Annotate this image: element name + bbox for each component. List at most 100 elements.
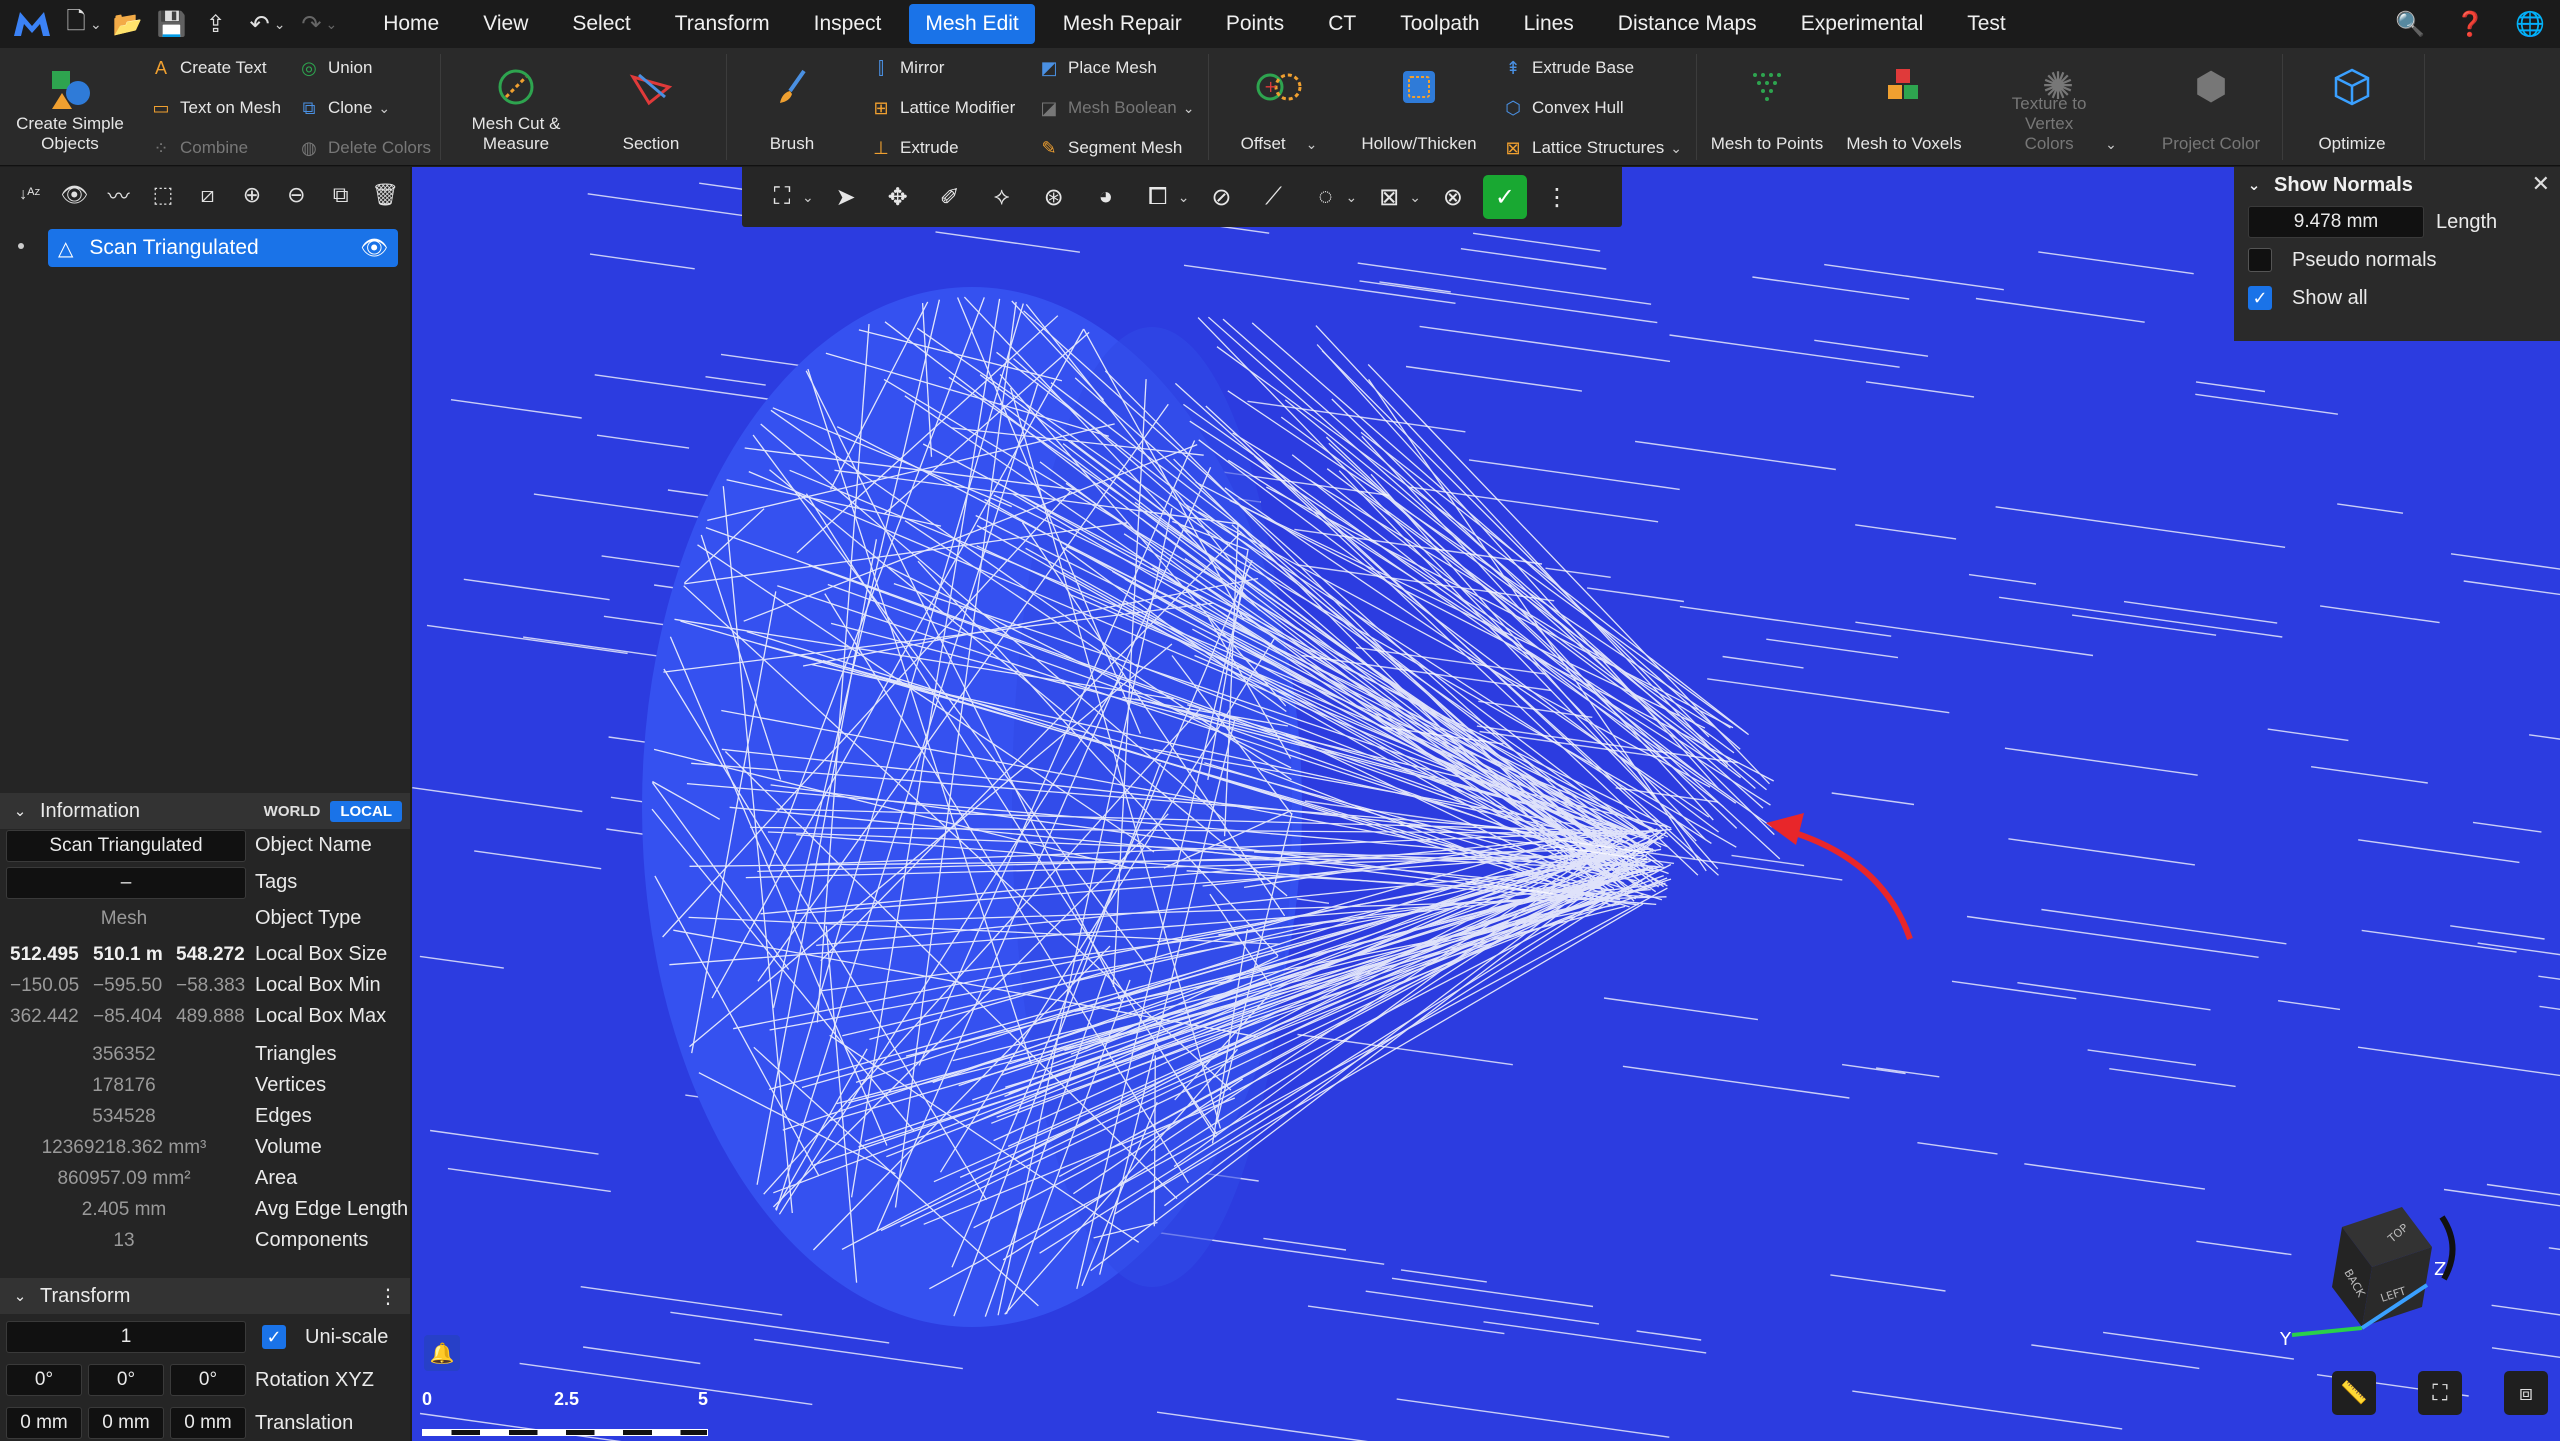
lattice-structures-dropdown-icon[interactable]: ⌄	[1670, 140, 1682, 157]
collapse-chevron-icon[interactable]: ⌄	[0, 1287, 40, 1305]
tab-view[interactable]: View	[467, 4, 544, 44]
delete-trash-icon[interactable]: 🗑	[366, 175, 405, 215]
perspective-cube-icon[interactable]: ⧈	[2504, 1371, 2548, 1415]
section-button[interactable]: Section	[586, 48, 716, 166]
confirm-check-icon[interactable]: ✓	[1482, 175, 1527, 219]
mesh-to-voxels-button[interactable]: Mesh to Voxels	[1836, 48, 1972, 166]
extrude-base-button[interactable]: ⇞ Extrude Base	[1500, 50, 1634, 86]
show-all-checkbox[interactable]: ✓	[2248, 286, 2272, 310]
paint-select-icon[interactable]: ✐	[928, 175, 972, 219]
create-text-button[interactable]: A Create Text	[148, 50, 267, 86]
offset-button[interactable]: + Offset ⌄	[1214, 48, 1344, 166]
pseudo-normals-checkbox[interactable]	[2248, 248, 2272, 272]
collapse-chevron-icon[interactable]: ⌄	[2234, 176, 2274, 194]
lattice-modifier-button[interactable]: ⊞ Lattice Modifier	[868, 90, 1015, 126]
deselect-box-icon[interactable]: ⊠	[1367, 175, 1411, 219]
texture-to-vertex-colors-button[interactable]: ✺ Texture to Vertex Colors ⌄	[1978, 48, 2138, 166]
deselect-dropdown-icon[interactable]: ⌄	[1409, 189, 1421, 206]
orbit-icon[interactable]: ⊛	[1032, 175, 1076, 219]
tab-transform[interactable]: Transform	[659, 4, 786, 44]
object-name-field[interactable]: Scan Triangulated	[6, 829, 246, 862]
tab-mesh-repair[interactable]: Mesh Repair	[1047, 4, 1198, 44]
lattice-structures-button[interactable]: ⊠ Lattice Structures ⌄	[1500, 130, 1682, 166]
mesh-boolean-button[interactable]: ◪ Mesh Boolean ⌄	[1036, 90, 1194, 126]
new-file-dropdown-icon[interactable]: ⌄	[90, 16, 102, 33]
scale-input[interactable]: 1	[6, 1321, 246, 1353]
translation-x-input[interactable]: 0 mm	[6, 1407, 82, 1439]
lasso-icon[interactable]: ◌	[1303, 175, 1347, 219]
move-down-icon[interactable]: ⊖	[277, 175, 316, 215]
clipping-icon[interactable]: ⊘	[1199, 175, 1243, 219]
close-icon[interactable]: ✕	[2532, 171, 2550, 197]
offset-dropdown-icon[interactable]: ⌄	[1306, 136, 1318, 152]
3d-viewport[interactable]: ⛶ ⌄ ➤ ✥ ✐ ⟡ ⊛ ◕ ⧠ ⌄ ⊘ ⟋ ◌ ⌄ ⊠ ⌄ ⊗ ✓ ⋮ ⌄ Show…	[412, 167, 2560, 1441]
local-toggle[interactable]: LOCAL	[330, 800, 402, 822]
deselect-icon[interactable]: ⧄	[188, 175, 227, 215]
save-icon[interactable]: 💾	[150, 0, 194, 48]
move-up-icon[interactable]: ⊕	[232, 175, 271, 215]
export-icon[interactable]: ⇪	[194, 0, 238, 48]
delete-colors-button[interactable]: ◍ Delete Colors	[296, 130, 431, 166]
transform-more-icon[interactable]: ⋮	[378, 1284, 398, 1309]
no-select-icon[interactable]: ⊗	[1431, 175, 1475, 219]
length-input[interactable]: 9.478 mm	[2248, 206, 2424, 238]
rotation-x-input[interactable]: 0°	[6, 1364, 82, 1396]
lasso-dropdown-icon[interactable]: ⌄	[1345, 189, 1357, 206]
tab-inspect[interactable]: Inspect	[798, 4, 898, 44]
show-all-eye-icon[interactable]: 👁	[54, 175, 93, 215]
more-options-icon[interactable]: ⋮	[1535, 175, 1579, 219]
create-simple-objects-button[interactable]: Create Simple Objects	[0, 48, 140, 166]
shading-icon[interactable]: ◕	[1084, 175, 1128, 219]
project-color-button[interactable]: ⬢ Project Color	[2146, 48, 2276, 166]
clone-dropdown-icon[interactable]: ⌄	[378, 100, 390, 117]
mesh-boolean-dropdown-icon[interactable]: ⌄	[1183, 100, 1195, 117]
measure-ruler-icon[interactable]: 📏	[2332, 1371, 2376, 1415]
open-folder-icon[interactable]: 📂	[106, 0, 150, 48]
fit-selection-icon[interactable]: ⛶	[2418, 1371, 2462, 1415]
texture-dropdown-icon[interactable]: ⌄	[2105, 134, 2117, 154]
tags-field[interactable]: –	[6, 866, 246, 899]
render-mode-icon[interactable]: ⧠	[1136, 175, 1180, 219]
duplicate-icon[interactable]: ⧉	[321, 175, 360, 215]
view-cube[interactable]: TOP LEFT BACK Y Z	[2262, 1187, 2462, 1357]
union-button[interactable]: ◎ Union	[296, 50, 372, 86]
tab-toolpath[interactable]: Toolpath	[1384, 4, 1495, 44]
tab-experimental[interactable]: Experimental	[1785, 4, 1940, 44]
tab-distance-maps[interactable]: Distance Maps	[1602, 4, 1773, 44]
convex-hull-button[interactable]: ⬡ Convex Hull	[1500, 90, 1624, 126]
brush-button[interactable]: Brush	[732, 48, 852, 166]
tab-select[interactable]: Select	[556, 4, 646, 44]
fit-view-dropdown-icon[interactable]: ⌄	[802, 189, 814, 206]
extrude-button[interactable]: ⊥ Extrude	[868, 130, 958, 166]
text-on-mesh-button[interactable]: ▭ Text on Mesh	[148, 90, 281, 126]
tab-test[interactable]: Test	[1951, 4, 2022, 44]
move-icon[interactable]: ✥	[876, 175, 920, 219]
scene-item-scan-triangulated[interactable]: △ Scan Triangulated 👁	[48, 229, 398, 267]
mirror-button[interactable]: ⫿ Mirror	[868, 50, 944, 86]
render-mode-dropdown-icon[interactable]: ⌄	[1178, 189, 1190, 206]
transform-section-header[interactable]: ⌄ Transform ⋮	[0, 1278, 410, 1314]
help-icon[interactable]: ❓	[2440, 10, 2500, 39]
information-section-header[interactable]: ⌄ Information WORLD LOCAL	[0, 793, 410, 829]
tab-mesh-edit[interactable]: Mesh Edit	[909, 4, 1035, 44]
mesh-select-icon[interactable]: ⟡	[980, 175, 1024, 219]
world-toggle[interactable]: WORLD	[254, 801, 331, 822]
combine-button[interactable]: ⁘ Combine	[148, 130, 248, 166]
tab-home[interactable]: Home	[367, 4, 455, 44]
sort-az-icon[interactable]: ↓ᴬᶻ	[10, 175, 49, 215]
rotation-y-input[interactable]: 0°	[88, 1364, 164, 1396]
hollow-thicken-button[interactable]: Hollow/Thicken	[1344, 48, 1494, 166]
hide-all-icon[interactable]: 〰	[99, 175, 138, 215]
redo-dropdown-icon[interactable]: ⌄	[325, 16, 337, 33]
fit-view-icon[interactable]: ⛶	[760, 175, 804, 219]
notification-bell-icon[interactable]: 🔔	[424, 1335, 460, 1371]
translation-z-input[interactable]: 0 mm	[170, 1407, 246, 1439]
undo-dropdown-icon[interactable]: ⌄	[274, 16, 286, 33]
brush-tool-icon[interactable]: ⟋	[1251, 175, 1295, 219]
select-all-icon[interactable]: ⬚	[143, 175, 182, 215]
optimize-button[interactable]: Optimize	[2290, 48, 2414, 166]
place-mesh-button[interactable]: ◩ Place Mesh	[1036, 50, 1156, 86]
mesh-cut-measure-button[interactable]: Mesh Cut & Measure	[446, 48, 586, 166]
show-normals-header[interactable]: ⌄ Show Normals	[2234, 167, 2560, 203]
collapse-chevron-icon[interactable]: ⌄	[0, 802, 40, 820]
